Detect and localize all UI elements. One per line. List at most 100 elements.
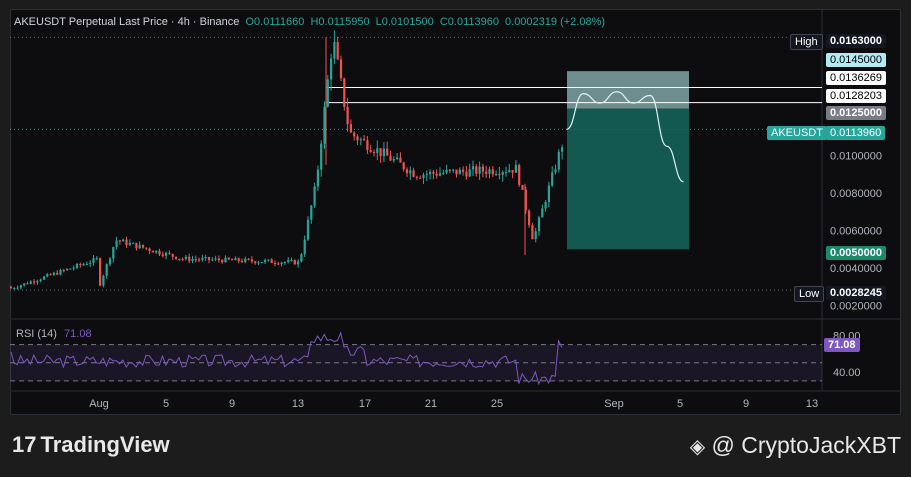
candle-body [247,258,250,260]
candle-body [300,254,303,262]
candle-body [112,247,115,259]
candle-body [29,281,32,284]
candle-body [485,171,488,174]
candle-body [475,166,478,174]
time-tick-label: Aug [89,398,109,410]
candle-body [108,258,112,265]
candle-body [445,169,448,173]
candle-body [392,158,395,161]
ohlc-close: C0.0113960 [439,16,499,28]
candle-body [396,157,399,159]
candle-body [72,267,75,269]
candle-body [198,259,201,261]
candle-body [330,58,333,80]
candle-body [19,285,22,288]
candle-body [376,148,379,153]
candle-body [531,225,534,240]
candle-body [16,287,19,289]
candle-body [551,172,554,186]
price-tick-label: 0.0040000 [830,263,882,275]
candle-body [372,152,376,154]
candle-body [353,132,356,137]
diamond-icon: ◈ [689,436,706,458]
candle-body [151,251,154,253]
low-value-tag: 0.0028245 [826,286,886,300]
candle-body [438,173,442,176]
candle-body [132,242,135,244]
time-tick-label: 21 [425,398,437,410]
candle-body [194,259,197,261]
candle-body [201,257,204,260]
candle-body [92,258,95,263]
candle-body [293,260,296,265]
candle-body [125,239,128,246]
candle-body [316,169,319,187]
candle-body [115,240,118,248]
candle-body [313,186,316,206]
candle-body [359,139,362,141]
candle-body [264,260,267,263]
candle-body [283,262,286,264]
candle-body [442,172,445,174]
candle-body [297,261,300,265]
low-label-tag: Low [794,286,825,302]
candle-body [465,171,468,177]
chart-canvas[interactable]: 0.0020000 0.0040000 0.0060000 0.0080000 0.01… [0,0,911,477]
candle-body [491,169,494,175]
candle-body [174,256,178,260]
candle-body [419,177,422,179]
price-tick-label: 0.0060000 [830,226,882,238]
candle-body [273,262,277,264]
candle-body [339,59,343,79]
candle-body [399,157,402,163]
candle-body [452,169,455,171]
candle-body [409,170,412,174]
candle-body [36,280,39,283]
candle-body [26,283,29,285]
candle-body [227,257,230,260]
ohlc-high: H0.0115950 [310,16,370,28]
candle-body [326,79,329,107]
candle-body [349,124,352,133]
candle-body [471,166,475,170]
time-tick-label: 5 [677,398,683,410]
price-tick-label: 0.0080000 [830,188,882,200]
candle-body [544,202,547,209]
candle-body [39,279,42,281]
candle-body [366,140,369,151]
candle-body [402,162,405,170]
time-tick-label: 25 [491,398,503,410]
candle-body [277,263,280,265]
candle-body [518,164,521,185]
candle-body [462,169,465,172]
candle-body [128,242,131,246]
candle-body [23,283,26,286]
candle-body [343,78,346,107]
tradingview-logo: 17 TradingView [12,432,170,458]
candle-body [89,262,92,265]
candle-body [386,148,389,156]
candle-body [231,259,234,261]
candle-body [336,42,339,60]
time-tick-label: 9 [229,398,235,410]
candle-body [33,281,36,283]
candle-body [448,169,451,171]
candle-body [141,244,145,248]
candle-body [405,169,409,174]
candle-body [363,139,366,141]
candle-body [435,173,438,176]
candle-body [254,261,257,264]
candle-body [211,259,214,261]
candle-body [237,258,240,262]
candle-body [504,171,508,173]
candle-body [217,258,220,261]
rsi-value-tag: 71.08 [824,338,860,352]
candle-body [290,260,293,262]
candle-body [333,42,336,59]
time-tick-label: 13 [292,398,304,410]
candle-body [102,275,105,286]
candle-body [56,272,59,275]
author-name: @ CryptoJackXBT [711,432,901,458]
candle-body [425,174,428,176]
candle-body [66,268,69,271]
